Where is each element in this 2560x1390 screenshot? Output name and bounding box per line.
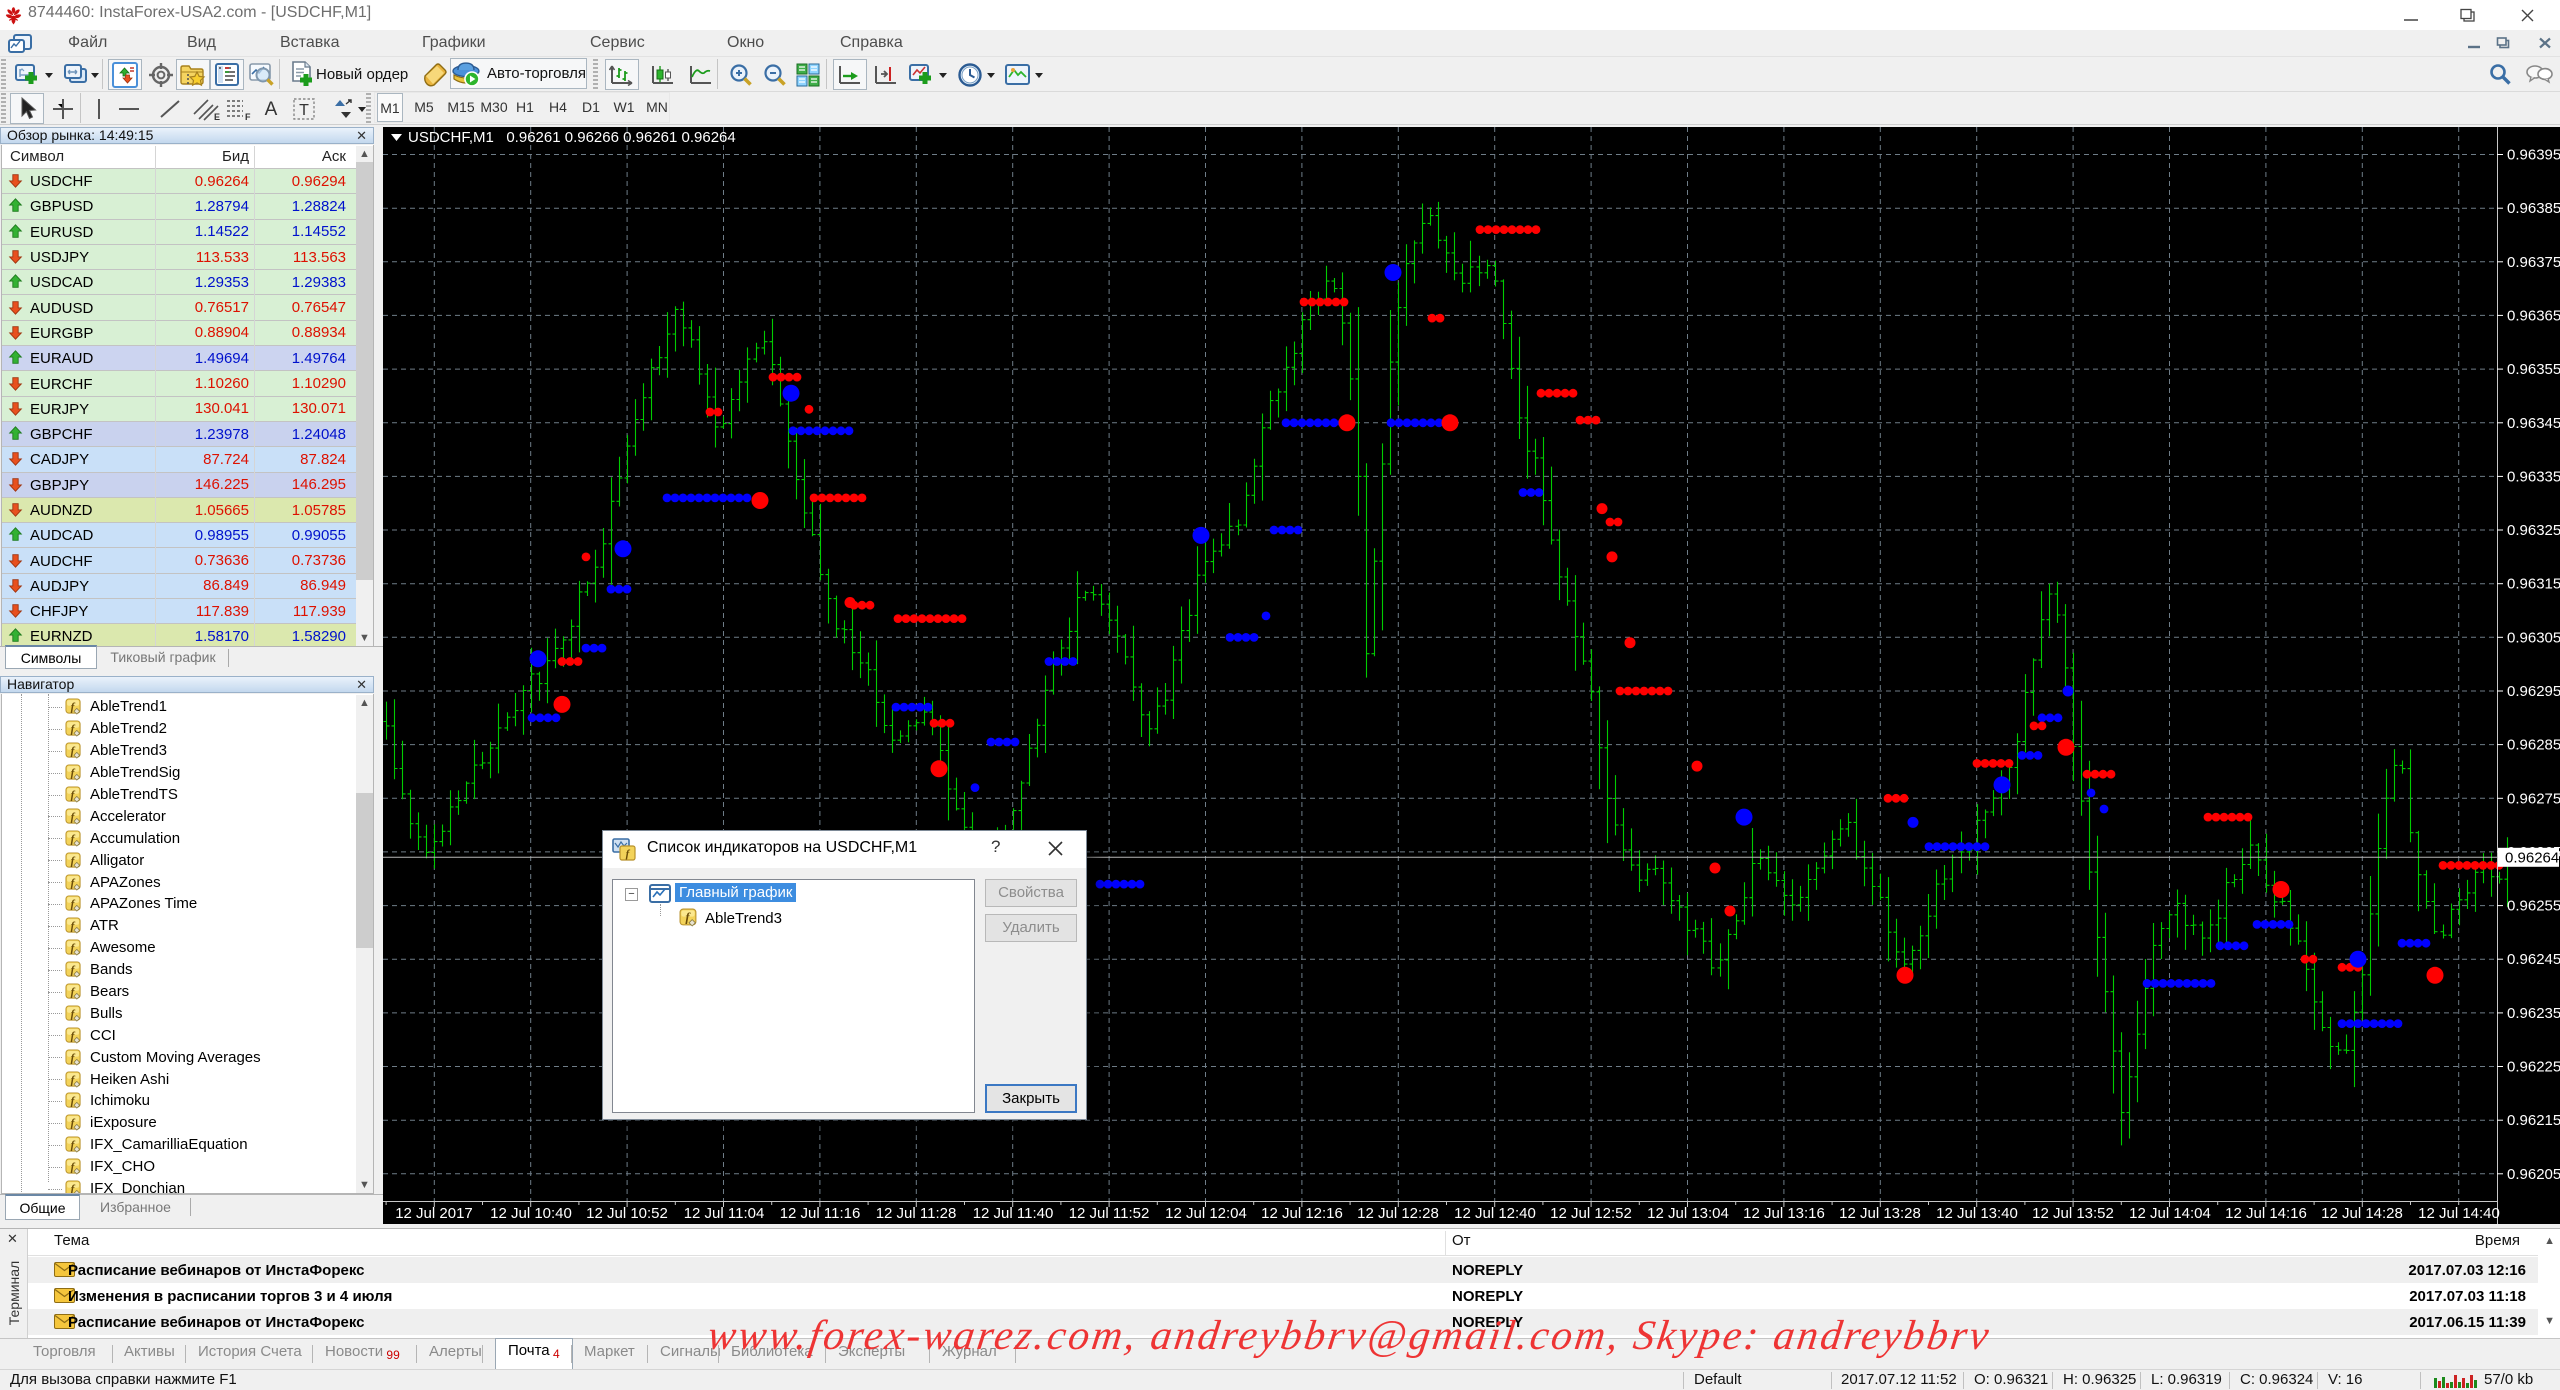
svg-text:12 Jul 11:52: 12 Jul 11:52 (1069, 1205, 1150, 1222)
svg-text:0.96325: 0.96325 (2507, 522, 2560, 539)
svg-text:12 Jul 14:40: 12 Jul 14:40 (2418, 1205, 2500, 1222)
svg-text:0.96205: 0.96205 (2507, 1166, 2560, 1183)
svg-text:0.96264: 0.96264 (2505, 849, 2559, 866)
svg-text:12 Jul 14:28: 12 Jul 14:28 (2321, 1205, 2403, 1222)
svg-text:0.96345: 0.96345 (2507, 415, 2560, 432)
svg-text:12 Jul 13:28: 12 Jul 13:28 (1839, 1205, 1921, 1222)
svg-text:0.96255: 0.96255 (2507, 898, 2560, 915)
svg-text:0.96375: 0.96375 (2507, 254, 2560, 271)
svg-text:A: A (265, 99, 278, 120)
svg-text:12 Jul 12:28: 12 Jul 12:28 (1357, 1205, 1439, 1222)
svg-text:0.96385: 0.96385 (2507, 200, 2560, 217)
svg-text:12 Jul 12:52: 12 Jul 12:52 (1550, 1205, 1632, 1222)
svg-text:12 Jul 10:40: 12 Jul 10:40 (490, 1205, 572, 1222)
svg-text:12 Jul 2017: 12 Jul 2017 (395, 1205, 473, 1222)
svg-text:0.96225: 0.96225 (2507, 1059, 2560, 1076)
svg-text:0.96215: 0.96215 (2507, 1112, 2560, 1129)
svg-text:USDCHF,M1 0.96261 0.96266 0.: USDCHF,M1 0.96261 0.96266 0.96261 0.9626… (408, 129, 736, 146)
svg-text:0.96305: 0.96305 (2507, 629, 2560, 646)
svg-text:F: F (245, 112, 251, 122)
svg-text:12 Jul 10:52: 12 Jul 10:52 (586, 1205, 668, 1222)
svg-text:0.96235: 0.96235 (2507, 1005, 2560, 1022)
svg-text:0.96315: 0.96315 (2507, 576, 2560, 593)
svg-text:12 Jul 14:04: 12 Jul 14:04 (2129, 1205, 2211, 1222)
svg-text:0.96295: 0.96295 (2507, 683, 2560, 700)
svg-text:12 Jul 11:16: 12 Jul 11:16 (780, 1205, 861, 1222)
svg-text:12 Jul 11:40: 12 Jul 11:40 (973, 1205, 1054, 1222)
svg-text:0.96245: 0.96245 (2507, 951, 2560, 968)
svg-text:12 Jul 12:40: 12 Jul 12:40 (1454, 1205, 1536, 1222)
svg-text:12 Jul 14:16: 12 Jul 14:16 (2225, 1205, 2307, 1222)
svg-text:12 Jul 11:04: 12 Jul 11:04 (684, 1205, 765, 1222)
svg-text:0.96335: 0.96335 (2507, 468, 2560, 485)
svg-text:12 Jul 11:28: 12 Jul 11:28 (876, 1205, 957, 1222)
svg-text:0.96395: 0.96395 (2507, 147, 2560, 164)
svg-text:12 Jul 13:40: 12 Jul 13:40 (1936, 1205, 2018, 1222)
svg-text:12 Jul 12:16: 12 Jul 12:16 (1261, 1205, 1343, 1222)
svg-text:0.96275: 0.96275 (2507, 790, 2560, 807)
svg-text:12 Jul 13:04: 12 Jul 13:04 (1647, 1205, 1729, 1222)
svg-text:12 Jul 13:16: 12 Jul 13:16 (1743, 1205, 1825, 1222)
svg-text:12 Jul 13:52: 12 Jul 13:52 (2032, 1205, 2114, 1222)
svg-text:0.96285: 0.96285 (2507, 737, 2560, 754)
svg-text:0.96355: 0.96355 (2507, 361, 2560, 378)
svg-text:0.96365: 0.96365 (2507, 307, 2560, 324)
svg-text:12 Jul 12:04: 12 Jul 12:04 (1165, 1205, 1247, 1222)
svg-text:T: T (299, 102, 309, 119)
